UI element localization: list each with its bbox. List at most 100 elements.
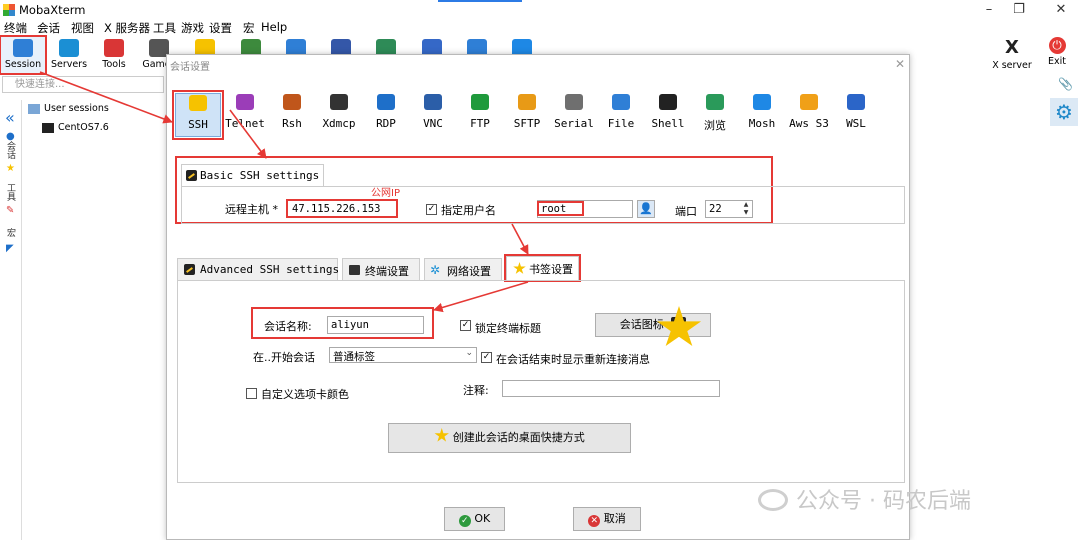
tab-basic-ssh-settings[interactable]: Basic SSH settings xyxy=(181,164,324,186)
menu-view[interactable]: 视图 xyxy=(71,20,94,36)
exit-label: Exit xyxy=(1048,56,1066,67)
create-shortcut-button[interactable]: 创建此会话的桌面快捷方式 xyxy=(388,423,631,453)
ok-button[interactable]: ✓ OK xyxy=(444,507,505,531)
session-type-icon xyxy=(800,94,818,110)
tree-item-label: CentOS7.6 xyxy=(58,122,109,133)
network-icon xyxy=(59,39,79,57)
toolbar-label: Tools xyxy=(102,59,126,70)
specify-user-label: 指定用户名 xyxy=(441,204,496,217)
custom-tab-color-checkbox[interactable] xyxy=(246,388,257,399)
session-type-icon xyxy=(189,95,207,111)
title-accent-bar xyxy=(438,0,522,2)
menu-settings[interactable]: 设置 xyxy=(209,20,232,36)
create-shortcut-label: 创建此会话的桌面快捷方式 xyxy=(452,431,585,444)
show-reconnect-label: 在会话结束时显示重新连接消息 xyxy=(496,353,650,366)
toolbar-session-button[interactable]: Session xyxy=(0,35,47,75)
quick-connect-input[interactable]: 快速连接... xyxy=(2,76,164,93)
close-button[interactable]: ✕ xyxy=(1046,1,1076,19)
session-type-13[interactable]: Mosh xyxy=(739,93,785,137)
maximize-button[interactable]: ❐ xyxy=(1004,1,1034,19)
settings-gear-icon[interactable]: ⚙ xyxy=(1050,98,1078,126)
session-type-label: SSH xyxy=(188,118,208,131)
session-type-label: RDP xyxy=(376,117,396,130)
lock-title-checkbox[interactable]: ✓ xyxy=(460,320,471,331)
tab-terminal-label: 终端设置 xyxy=(365,265,409,278)
toolbar-label: Servers xyxy=(50,59,88,70)
watermark: 公众号 · 码农后端 xyxy=(758,483,971,515)
session-type-icon xyxy=(565,94,583,110)
session-type-7[interactable]: FTP xyxy=(457,93,503,137)
menu-games[interactable]: 游戏 xyxy=(181,20,204,36)
menu-help[interactable]: Help xyxy=(261,20,287,34)
session-type-14[interactable]: Aws S3 xyxy=(786,93,832,137)
session-type-15[interactable]: WSL xyxy=(833,93,879,137)
start-session-select[interactable]: 普通标签 ⌄ xyxy=(329,347,477,363)
session-type-12[interactable]: 浏览 xyxy=(692,93,738,137)
session-type-icon xyxy=(330,94,348,110)
session-type-icon xyxy=(471,94,489,110)
user-manager-icon[interactable]: 👤 xyxy=(637,200,655,218)
session-type-4[interactable]: Xdmcp xyxy=(316,93,362,137)
session-type-9[interactable]: Serial xyxy=(551,93,597,137)
session-name-input[interactable]: aliyun xyxy=(327,316,424,334)
session-type-1[interactable]: SSH xyxy=(172,90,224,140)
tree-item-centos[interactable]: CentOS7.6 xyxy=(42,122,109,133)
tab-advanced-ssh-settings[interactable]: Advanced SSH settings xyxy=(177,258,340,280)
tab-network-label: 网络设置 xyxy=(447,265,491,278)
watermark-text: 公众号 · 码农后端 xyxy=(796,489,971,514)
lock-title-label: 锁定终端标题 xyxy=(475,322,541,335)
star-icon xyxy=(513,262,526,274)
sidebar-tab-sessions[interactable]: 会话 xyxy=(4,141,17,159)
session-type-6[interactable]: VNC xyxy=(410,93,456,137)
session-type-label: VNC xyxy=(423,117,443,130)
tab-advanced-label: Advanced SSH settings xyxy=(200,263,340,276)
session-type-icon xyxy=(377,94,395,110)
session-type-label: Telnet xyxy=(225,117,265,130)
remote-host-label: 远程主机 * xyxy=(225,203,278,216)
session-type-5[interactable]: RDP xyxy=(363,93,409,137)
tab-network-settings[interactable]: ✲ 网络设置 xyxy=(424,258,502,280)
menu-macros[interactable]: 宏 xyxy=(243,20,255,36)
session-type-label: Aws S3 xyxy=(789,117,829,130)
port-stepper-icon[interactable]: ▲ ▼ xyxy=(740,201,752,217)
session-type-icon xyxy=(659,94,677,110)
menu-tools[interactable]: 工具 xyxy=(153,20,176,36)
tab-bookmark-settings[interactable]: 书签设置 xyxy=(504,254,581,282)
xserver-button[interactable]: X X server xyxy=(990,37,1034,71)
monitor-icon xyxy=(13,39,33,57)
show-reconnect-checkbox[interactable]: ✓ xyxy=(481,352,492,363)
comment-input[interactable] xyxy=(502,380,720,397)
toolbar-tools-button[interactable]: Tools xyxy=(92,37,136,73)
dialog-close-icon[interactable]: ✕ xyxy=(895,57,905,71)
menu-xserver[interactable]: X 服务器 xyxy=(104,20,150,36)
toolbar-servers-button[interactable]: Servers xyxy=(47,37,91,73)
specify-user-checkbox[interactable]: ✓ xyxy=(426,204,437,215)
exit-button[interactable]: ⏻ Exit xyxy=(1040,37,1074,67)
session-type-2[interactable]: Telnet xyxy=(222,93,268,137)
session-type-8[interactable]: SFTP xyxy=(504,93,550,137)
session-type-3[interactable]: Rsh xyxy=(269,93,315,137)
menu-terminal[interactable]: 终端 xyxy=(4,20,27,36)
menu-sessions[interactable]: 会话 xyxy=(37,20,60,36)
ssh-key-icon xyxy=(42,122,54,133)
paperclip-icon[interactable]: 📎 xyxy=(1058,77,1073,91)
session-type-label: WSL xyxy=(846,117,866,130)
tree-folder-user-sessions[interactable]: User sessions xyxy=(28,103,109,114)
remote-host-highlight xyxy=(286,199,398,218)
sidebar-tab-macros[interactable]: 宏 xyxy=(4,228,17,237)
cancel-button[interactable]: ✕ 取消 xyxy=(573,507,641,531)
cancel-label: 取消 xyxy=(603,512,626,525)
sidebar-tab-tools[interactable]: 工具 xyxy=(4,183,17,201)
minimize-button[interactable]: – xyxy=(974,1,1004,19)
session-type-label: Mosh xyxy=(748,117,776,130)
collapse-sidebar-icon[interactable]: « xyxy=(5,108,15,127)
session-type-label: SFTP xyxy=(513,117,541,130)
xserver-icon: X xyxy=(1005,37,1019,58)
tab-terminal-settings[interactable]: 终端设置 xyxy=(342,258,420,280)
session-type-icon xyxy=(753,94,771,110)
session-type-label: Xdmcp xyxy=(322,117,356,130)
session-type-11[interactable]: Shell xyxy=(645,93,691,137)
session-type-icon xyxy=(283,94,301,110)
session-type-10[interactable]: File xyxy=(598,93,644,137)
session-type-icon xyxy=(518,94,536,110)
